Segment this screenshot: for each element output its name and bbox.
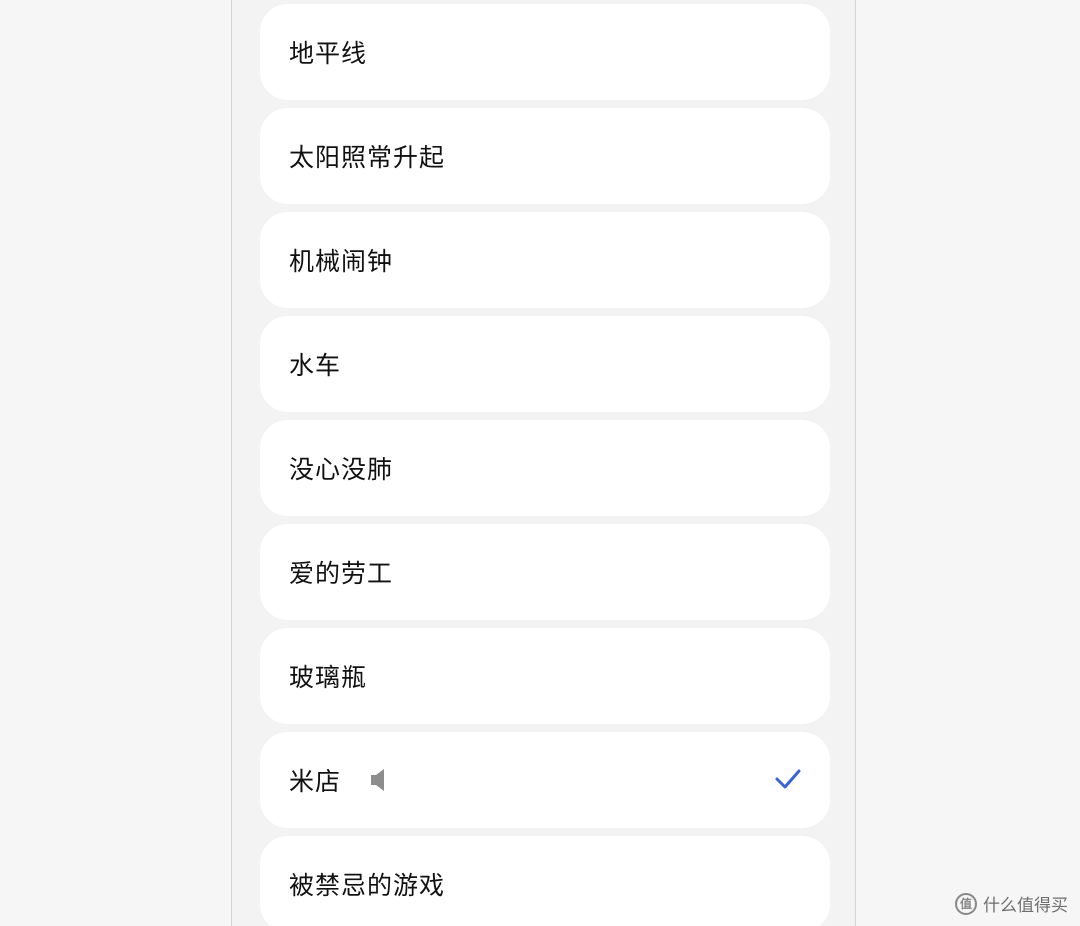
ringtone-item[interactable]: 地平线	[260, 4, 830, 100]
ringtone-list: 地平线 太阳照常升起 机械闹钟 水车 没心没肺 爱的劳工 玻璃瓶 米店 被禁忌的…	[260, 4, 830, 926]
ringtone-label: 太阳照常升起	[289, 143, 446, 172]
watermark-text: 什么值得买	[983, 896, 1068, 916]
ringtone-label: 被禁忌的游戏	[289, 871, 446, 900]
speaker-icon	[371, 769, 385, 791]
ringtone-label: 没心没肺	[289, 455, 394, 484]
screen: 地平线 太阳照常升起 机械闹钟 水车 没心没肺 爱的劳工 玻璃瓶 米店 被禁忌的…	[0, 0, 1080, 926]
ringtone-item[interactable]: 太阳照常升起	[260, 108, 830, 204]
ringtone-item[interactable]: 水车	[260, 316, 830, 412]
ringtone-item[interactable]: 没心没肺	[260, 420, 830, 516]
ringtone-item[interactable]: 机械闹钟	[260, 212, 830, 308]
watermark-logo-icon: 值	[955, 892, 977, 915]
phone-frame: 地平线 太阳照常升起 机械闹钟 水车 没心没肺 爱的劳工 玻璃瓶 米店 被禁忌的…	[231, 0, 856, 926]
ringtone-item[interactable]: 爱的劳工	[260, 524, 830, 620]
ringtone-item-selected[interactable]: 米店	[260, 732, 830, 828]
ringtone-label: 机械闹钟	[289, 247, 394, 276]
checkmark-icon	[775, 769, 801, 789]
ringtone-label: 地平线	[289, 39, 368, 68]
ringtone-label: 米店	[289, 767, 342, 796]
ringtone-item[interactable]: 玻璃瓶	[260, 628, 830, 724]
watermark: 值 什么值得买	[955, 891, 1068, 916]
ringtone-label: 爱的劳工	[289, 559, 394, 588]
ringtone-label: 水车	[289, 351, 342, 380]
ringtone-label: 玻璃瓶	[289, 663, 368, 692]
ringtone-item[interactable]: 被禁忌的游戏	[260, 836, 830, 926]
